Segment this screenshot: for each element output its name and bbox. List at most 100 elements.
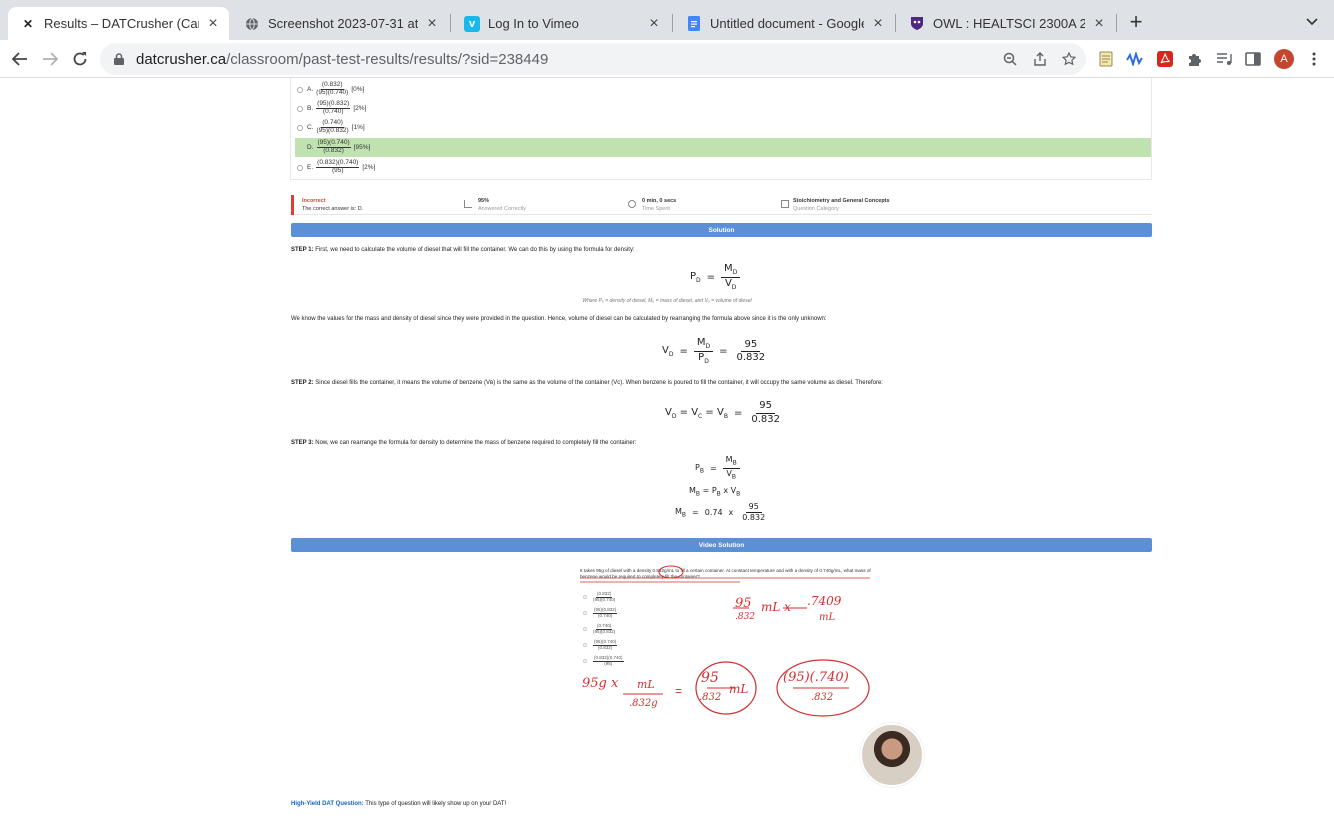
side-panel-icon[interactable] <box>1244 50 1262 68</box>
tab-vimeo[interactable]: v Log In to Vimeo × <box>452 7 670 40</box>
handwritten-equals: = <box>675 684 683 698</box>
option-percent: [0%] <box>351 86 365 93</box>
know-text: We know the values for the mass and dens… <box>291 316 827 322</box>
handwritten-mid-1: mL x <box>761 600 791 614</box>
lock-icon[interactable] <box>112 52 126 66</box>
video-option-e: (0.832)(0.740) (95) <box>583 655 624 666</box>
option-percent: [2%] <box>353 105 367 112</box>
new-tab-icon[interactable]: + <box>1124 9 1148 34</box>
datcrusher-icon: ✕ <box>22 16 34 31</box>
calendar-icon <box>781 200 789 208</box>
answer-options: A. (0.832) (95)(0.740) [0%] B. (95)(0.832… <box>290 78 1152 180</box>
bar-chart-icon <box>464 200 472 208</box>
solution-header: Solution <box>291 223 1152 237</box>
benzene-density-formula: PB = MB VB <box>695 455 740 481</box>
tab-datcrusher-results[interactable]: ✕ Results – DATCrusher (Canadia × <box>8 7 229 40</box>
owl-icon <box>909 16 925 32</box>
notes-extension-icon[interactable] <box>1097 50 1115 68</box>
close-tab-icon[interactable]: × <box>1091 15 1107 32</box>
video-option-a: (0.832) (95)(0.740) <box>583 591 615 602</box>
option-letter: A. <box>307 86 314 93</box>
close-tab-icon[interactable]: × <box>646 15 662 32</box>
forward-arrow-icon[interactable] <box>39 48 61 70</box>
tab-owl[interactable]: OWL : HEALTSCI 2300A 200 S × <box>897 7 1115 40</box>
handwritten-num-2: .7409 <box>807 594 842 608</box>
globe-icon <box>244 16 260 32</box>
tab-divider <box>895 14 896 32</box>
handwritten-answer-den: .832 <box>811 692 834 703</box>
option-percent: [95%] <box>353 144 371 151</box>
address-bar[interactable]: datcrusher.ca/classroom/past-test-result… <box>100 43 1086 75</box>
star-icon[interactable] <box>1061 51 1077 67</box>
tab-title: Results – DATCrusher (Canadia <box>44 16 199 31</box>
handwritten-fraction-1: 95 <box>735 596 752 611</box>
time-spent: 0 min, 0 secs Time Spent <box>642 198 677 212</box>
share-icon[interactable] <box>1032 51 1048 67</box>
result-stats: Incorrect The correct answer is: D. 95% … <box>290 195 1152 215</box>
step1-text: STEP 1: First, we need to calculate the … <box>291 247 635 253</box>
incorrect-indicator <box>291 195 294 215</box>
radio-button[interactable] <box>297 145 303 151</box>
benzene-mass-formula: MB = PB x VB <box>689 486 741 498</box>
video-option-c: (0.740) (95)(0.832) <box>583 623 615 634</box>
presenter-webcam <box>860 723 924 787</box>
radio-button[interactable] <box>297 124 303 131</box>
radio-button[interactable] <box>297 105 303 112</box>
kebab-menu-icon[interactable] <box>1305 50 1323 68</box>
option-percent: [2%] <box>362 164 376 171</box>
option-letter: B. <box>307 105 314 112</box>
handwritten-left: 95g x <box>582 676 619 691</box>
zoom-icon[interactable] <box>1002 51 1018 67</box>
option-fraction: (0.740) (95)(0.832) <box>316 119 349 134</box>
answer-option-a[interactable]: A. (0.832) (95)(0.740) [0%] <box>295 80 1151 99</box>
close-tab-icon[interactable]: × <box>424 15 440 32</box>
density-formula: PD = MD VD <box>690 263 741 292</box>
tab-divider <box>672 14 673 32</box>
tab-title: OWL : HEALTSCI 2300A 200 S <box>933 16 1085 31</box>
option-fraction: (0.832)(0.740) (95) <box>316 159 360 174</box>
answer-option-e[interactable]: E. (0.832)(0.740) (95) [2%] <box>295 158 1151 177</box>
tab-screenshot[interactable]: Screenshot 2023-07-31 at 5.0 × <box>232 7 448 40</box>
reading-list-icon[interactable] <box>1215 50 1233 68</box>
waveform-extension-icon[interactable] <box>1126 50 1144 68</box>
browser-toolbar: datcrusher.ca/classroom/past-test-result… <box>0 40 1334 78</box>
tab-title: Untitled document - Google Do <box>710 16 864 31</box>
question-category: Stoichiometry and General Concepts Quest… <box>793 198 890 212</box>
percent-correct: 95% Answered Correctly <box>478 198 526 212</box>
option-letter: D. <box>307 144 314 151</box>
handwritten-832g: .832g <box>629 698 658 709</box>
close-tab-icon[interactable]: × <box>870 15 886 32</box>
radio-button[interactable] <box>297 86 303 93</box>
tab-divider <box>450 14 451 32</box>
back-arrow-icon[interactable] <box>9 48 31 70</box>
step3-text: STEP 3: Now, we can rearrange the formul… <box>291 440 637 446</box>
url-text: datcrusher.ca/classroom/past-test-result… <box>136 50 549 68</box>
profile-avatar[interactable]: A <box>1274 49 1294 69</box>
handwritten-832: .832 <box>699 692 722 703</box>
video-option-b: (95)(0.832) (0.740) <box>583 607 618 618</box>
benzene-mass-equation: MB = 0.74 x 95 0.832 <box>675 502 766 523</box>
tab-strip: ✕ Results – DATCrusher (Canadia × Screen… <box>0 0 1334 40</box>
result-status: Incorrect The correct answer is: D. <box>302 198 364 212</box>
extensions-puzzle-icon[interactable] <box>1185 50 1203 68</box>
answer-option-b[interactable]: B. (95)(0.832) (0.740) [2%] <box>295 99 1151 118</box>
radio-button[interactable] <box>297 164 303 171</box>
tab-title: Log In to Vimeo <box>488 16 579 31</box>
tab-search-chevron-icon[interactable] <box>1302 12 1322 32</box>
handwritten-ml: mL <box>637 678 655 691</box>
volume-diesel-equation: VD = MD PD = 95 0.832 <box>662 337 766 366</box>
option-fraction: (95)(0.832) (0.740) <box>316 100 351 115</box>
vimeo-icon: v <box>464 15 480 32</box>
tab-google-docs[interactable]: Untitled document - Google Do × <box>674 7 894 40</box>
reload-icon[interactable] <box>69 48 91 70</box>
density-caption: Where Pₒ = density of diesel, Mₒ = mass … <box>582 298 752 304</box>
answer-option-c[interactable]: C. (0.740) (95)(0.832) [1%] <box>295 118 1151 137</box>
acrobat-icon[interactable] <box>1156 50 1174 68</box>
page-content: A. (0.832) (95)(0.740) [0%] B. (95)(0.832… <box>0 78 1334 834</box>
handwritten-den-2: mL <box>819 612 836 623</box>
option-letter: E. <box>307 164 314 171</box>
answer-option-d[interactable]: D. (95)(0.740) (0.832) [95%] <box>295 138 1151 157</box>
close-tab-icon[interactable]: × <box>205 15 221 32</box>
handwritten-den-1: .832 <box>735 612 756 622</box>
clock-icon <box>628 200 636 208</box>
